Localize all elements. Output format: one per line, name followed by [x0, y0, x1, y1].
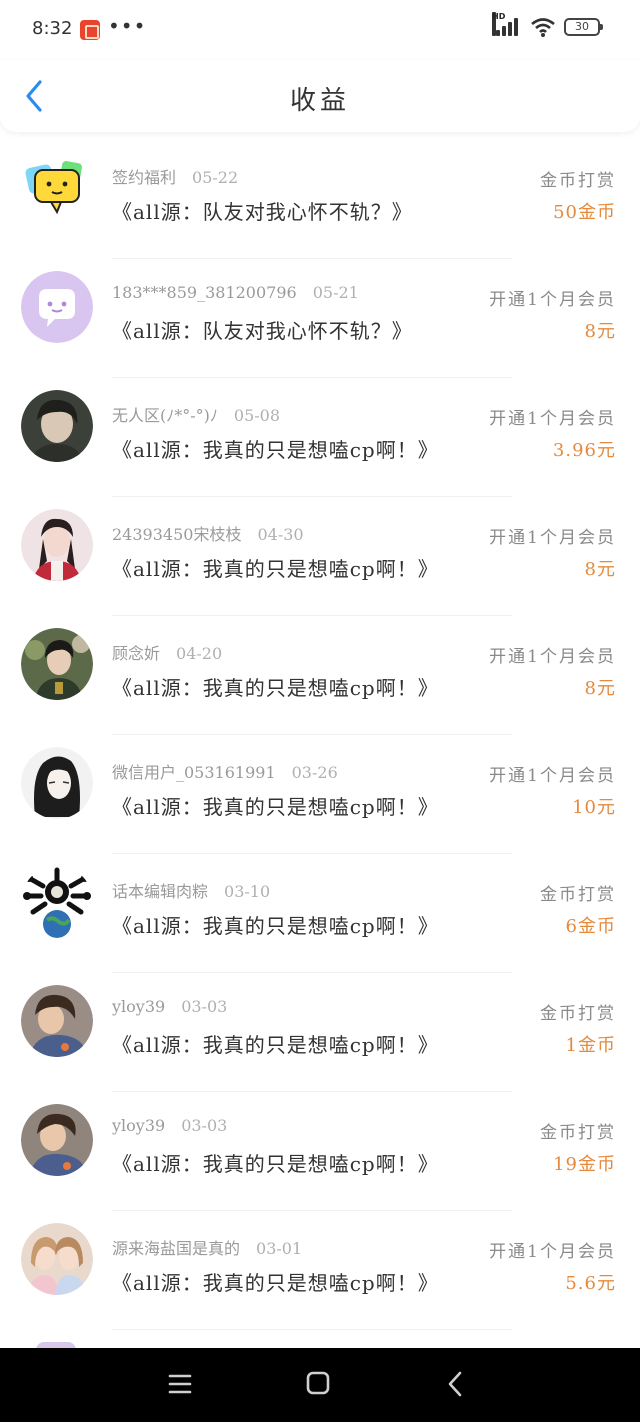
- row-date: 03-10: [224, 882, 271, 901]
- earnings-row[interactable]: 签约福利 05-22 《all源：队友对我心怀不轨？》 金币打赏 50金币: [0, 150, 640, 269]
- system-nav-bar: [0, 1348, 640, 1422]
- user-name: yloy39: [112, 1116, 166, 1135]
- earnings-row[interactable]: 微信用户_053161991 03-26 《all源：我真的只是想嗑cp啊！》 开…: [0, 745, 640, 864]
- earning-type: 开通1个月会员: [489, 1242, 616, 1262]
- earning-amount: 10元: [572, 797, 616, 818]
- earning-type: 金币打赏: [540, 171, 616, 191]
- user-photo: [21, 390, 93, 462]
- earning-type: 开通1个月会员: [489, 409, 616, 429]
- status-bar: 8:32 ••• HD 30: [0, 0, 640, 60]
- battery-icon: 30: [564, 18, 603, 36]
- more-notifications-icon: •••: [108, 14, 147, 38]
- row-date: 05-08: [233, 406, 281, 425]
- row-meta: 签约福利 05-22: [112, 164, 238, 188]
- earnings-row[interactable]: yloy39 03-03 《all源：我真的只是想嗑cp啊！》 金币打赏 1金币: [0, 983, 640, 1102]
- earnings-list: 签约福利 05-22 《all源：队友对我心怀不轨？》 金币打赏 50金币 183…: [0, 150, 640, 1340]
- row-meta: 微信用户_053161991 03-26: [112, 759, 338, 783]
- user-name: 签约福利: [112, 168, 177, 187]
- earning-type: 开通1个月会员: [489, 290, 616, 310]
- earning-amount: 50金币: [553, 202, 616, 223]
- user-name: 183***859_381200796: [112, 283, 297, 302]
- row-date: 03-03: [181, 997, 228, 1016]
- earning-amount: 5.6元: [565, 1273, 616, 1294]
- row-date: 04-30: [257, 525, 304, 544]
- earning-type: 开通1个月会员: [489, 528, 616, 548]
- book-title: 《all源：我真的只是想嗑cp啊！》: [112, 795, 439, 819]
- earning-amount: 6金币: [565, 916, 616, 937]
- earning-type: 金币打赏: [540, 1004, 616, 1024]
- row-meta: 顾念妡 04-20: [112, 640, 222, 664]
- book-title: 《all源：队友对我心怀不轨？》: [112, 200, 413, 224]
- menu-icon[interactable]: [162, 1368, 198, 1400]
- book-title: 《all源：我真的只是想嗑cp啊！》: [112, 438, 439, 462]
- user-photo: [21, 747, 93, 819]
- book-title: 《all源：我真的只是想嗑cp啊！》: [112, 914, 439, 938]
- wifi-icon: [531, 18, 555, 37]
- page-title: 收益: [289, 86, 350, 116]
- user-photo: [21, 866, 93, 938]
- row-date: 05-22: [192, 168, 239, 187]
- earnings-row[interactable]: 话本编辑肉粽 03-10 《all源：我真的只是想嗑cp啊！》 金币打赏 6金币: [0, 864, 640, 983]
- signal-icon: HD: [492, 12, 522, 38]
- earning-amount: 8元: [584, 321, 616, 342]
- row-meta: yloy39 03-03: [112, 1116, 227, 1135]
- chat-bubble-emoji-icon: [25, 161, 82, 215]
- home-icon[interactable]: [300, 1368, 336, 1400]
- row-date: 05-21: [312, 283, 359, 302]
- status-time: 8:32: [32, 18, 73, 39]
- back-nav-icon[interactable]: [438, 1368, 474, 1400]
- earning-amount: 19金币: [553, 1154, 616, 1175]
- earnings-row[interactable]: 顾念妡 04-20 《all源：我真的只是想嗑cp啊！》 开通1个月会员 8元: [0, 626, 640, 745]
- user-name: 24393450宋枝枝: [112, 525, 242, 544]
- book-title: 《all源：我真的只是想嗑cp啊！》: [112, 1271, 439, 1295]
- book-title: 《all源：我真的只是想嗑cp啊！》: [112, 557, 439, 581]
- earnings-row[interactable]: 源来海盐国是真的 03-01 《all源：我真的只是想嗑cp啊！》 开通1个月会员…: [0, 1221, 640, 1340]
- earning-amount: 8元: [584, 559, 616, 580]
- page-header: 收益: [0, 60, 640, 132]
- earnings-row[interactable]: 24393450宋枝枝 04-30 《all源：我真的只是想嗑cp啊！》 开通1个…: [0, 507, 640, 626]
- earnings-row[interactable]: 无人区(ﾉ*°-°)ﾉ 05-08 《all源：我真的只是想嗑cp啊！》 开通1个…: [0, 388, 640, 507]
- book-title: 《all源：我真的只是想嗑cp啊！》: [112, 1152, 439, 1176]
- row-meta: 24393450宋枝枝 04-30: [112, 521, 304, 545]
- row-date: 04-20: [176, 644, 223, 663]
- earnings-row[interactable]: 183***859_381200796 05-21 《all源：队友对我心怀不轨？…: [0, 269, 640, 388]
- user-photo: [21, 1104, 93, 1176]
- earnings-row[interactable]: yloy39 03-03 《all源：我真的只是想嗑cp啊！》 金币打赏 19金币: [0, 1102, 640, 1221]
- earning-amount: 1金币: [565, 1035, 616, 1056]
- user-name: 顾念妡: [112, 644, 161, 663]
- user-photo: [21, 628, 93, 700]
- app-notification-icon: [80, 20, 100, 40]
- user-photo: [21, 509, 93, 581]
- row-date: 03-01: [256, 1239, 303, 1258]
- user-name: 无人区(ﾉ*°-°)ﾉ: [112, 406, 218, 425]
- default-chat-avatar-icon: [21, 271, 93, 343]
- row-date: 03-03: [181, 1116, 228, 1135]
- user-name: 源来海盐国是真的: [112, 1239, 241, 1258]
- row-meta: yloy39 03-03: [112, 997, 227, 1016]
- earning-amount: 3.96元: [552, 440, 616, 461]
- book-title: 《all源：我真的只是想嗑cp啊！》: [112, 1033, 439, 1057]
- user-photo: [21, 985, 93, 1057]
- earning-amount: 8元: [584, 678, 616, 699]
- user-name: 话本编辑肉粽: [112, 882, 209, 901]
- earning-type: 开通1个月会员: [489, 647, 616, 667]
- row-meta: 源来海盐国是真的 03-01: [112, 1235, 302, 1259]
- book-title: 《all源：我真的只是想嗑cp啊！》: [112, 676, 439, 700]
- row-date: 03-26: [291, 763, 338, 782]
- user-name: 微信用户_053161991: [112, 763, 276, 782]
- row-meta: 话本编辑肉粽 03-10: [112, 878, 270, 902]
- row-meta: 无人区(ﾉ*°-°)ﾉ 05-08: [112, 402, 280, 426]
- earning-type: 金币打赏: [540, 885, 616, 905]
- user-photo: [21, 1223, 93, 1295]
- earning-type: 开通1个月会员: [489, 766, 616, 786]
- user-name: yloy39: [112, 997, 166, 1016]
- earning-type: 金币打赏: [540, 1123, 616, 1143]
- row-meta: 183***859_381200796 05-21: [112, 283, 359, 302]
- book-title: 《all源：队友对我心怀不轨？》: [112, 319, 413, 343]
